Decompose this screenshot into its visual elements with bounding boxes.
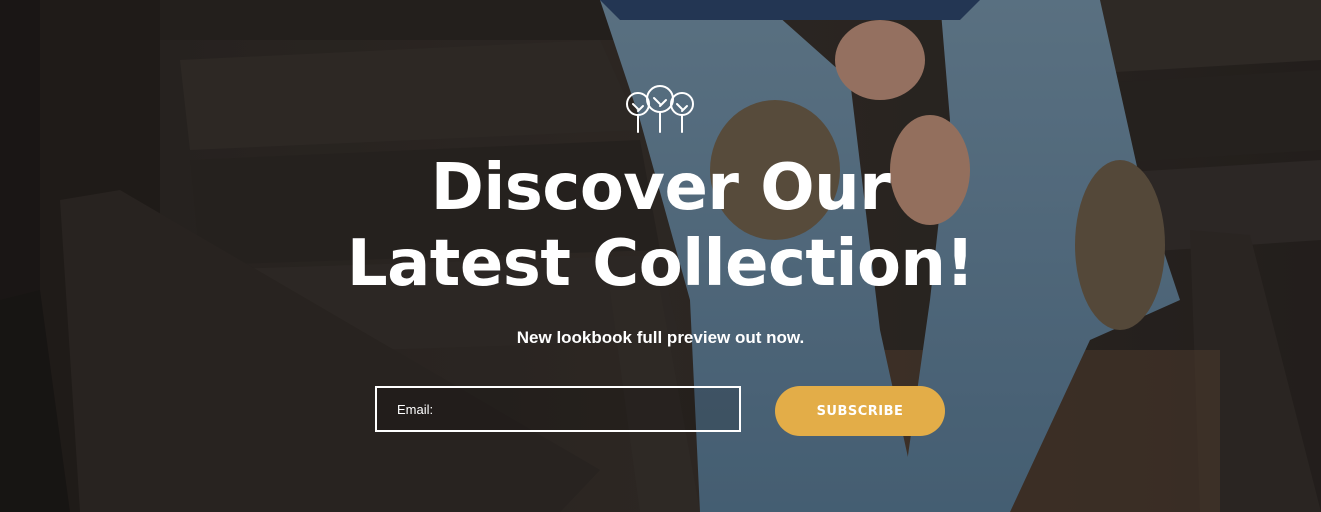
hero-headline: Discover Our Latest Collection! — [0, 150, 1321, 302]
headline-line-1: Discover Our — [430, 151, 891, 225]
email-label: Email: — [397, 401, 434, 417]
headline-line-2: Latest Collection! — [346, 227, 975, 301]
hero-content: Discover Our Latest Collection! New look… — [0, 0, 1321, 512]
email-input[interactable]: Email: — [375, 386, 741, 432]
hero-section: Discover Our Latest Collection! New look… — [0, 0, 1321, 512]
hero-subtitle: New lookbook full preview out now. — [516, 328, 805, 347]
subscribe-button[interactable]: SUBSCRIBE — [775, 386, 945, 436]
trees-icon — [623, 84, 697, 136]
